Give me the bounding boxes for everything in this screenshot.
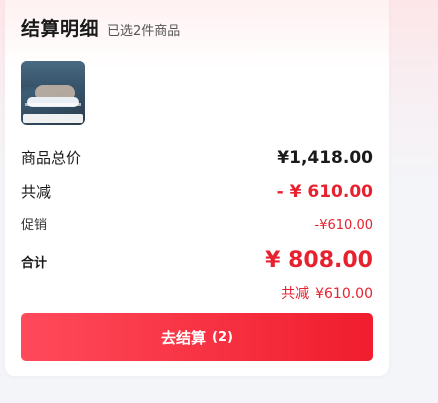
checkout-item-count: (2) bbox=[212, 329, 233, 345]
saved-value: ¥610.00 bbox=[315, 286, 373, 302]
saved-row: 共减 ¥610.00 bbox=[21, 283, 373, 303]
product-thumbnail[interactable] bbox=[21, 61, 85, 125]
thumbnail-caption bbox=[25, 103, 81, 106]
promotion-value: -¥610.00 bbox=[314, 218, 373, 233]
discount-label: 共减 bbox=[21, 183, 52, 201]
saved-label: 共减 bbox=[281, 286, 310, 302]
grand-total-row: 合计 ¥ 808.00 bbox=[21, 248, 373, 273]
thumbnail-sky bbox=[21, 61, 85, 87]
checkout-button[interactable]: 去结算 (2) bbox=[21, 313, 373, 361]
grand-total-value: ¥ 808.00 bbox=[265, 248, 373, 273]
discount-value: - ¥ 610.00 bbox=[276, 182, 373, 202]
card-header: 结算明细 已选2件商品 bbox=[21, 14, 180, 41]
saved-summary: 共减 ¥610.00 bbox=[281, 283, 373, 303]
thumbnail-price-bar bbox=[23, 114, 83, 123]
promotion-label: 促销 bbox=[21, 218, 48, 233]
discount-row: 共减 - ¥ 610.00 bbox=[21, 181, 373, 202]
total-price-row: 商品总价 ¥1,418.00 bbox=[21, 147, 373, 168]
total-price-value: ¥1,418.00 bbox=[277, 148, 373, 168]
promotion-row: 促销 -¥610.00 bbox=[21, 214, 373, 233]
total-price-label: 商品总价 bbox=[21, 149, 82, 167]
grand-total-label: 合计 bbox=[21, 256, 48, 271]
checkout-button-label: 去结算 bbox=[161, 328, 207, 347]
card-title: 结算明细 bbox=[21, 18, 100, 40]
selected-count: 已选2件商品 bbox=[107, 24, 181, 39]
checkout-summary-card: 结算明细 已选2件商品 商品总价 ¥1,418.00 共减 - ¥ 610.00… bbox=[5, 0, 389, 376]
